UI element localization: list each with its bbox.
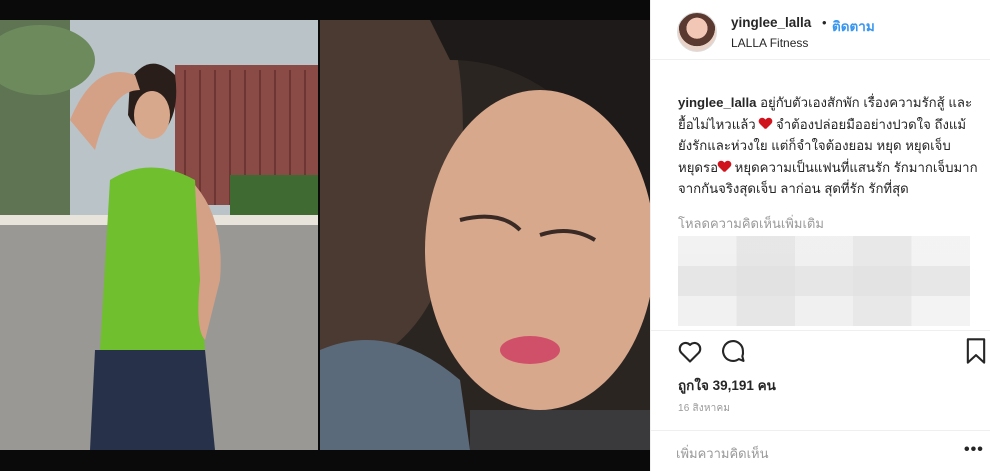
action-bar xyxy=(651,330,990,370)
post-caption: yinglee_lalla อยู่กับตัวเองสักพัก เรื่อง… xyxy=(678,92,978,200)
post-header: yinglee_lalla • ติดตาม LALLA Fitness xyxy=(651,0,990,60)
photo-woman-green-top-illustration xyxy=(0,20,318,450)
bookmark-icon[interactable] xyxy=(963,337,990,365)
more-options-button[interactable]: ••• xyxy=(964,441,984,459)
location-link[interactable]: LALLA Fitness xyxy=(731,36,808,50)
red-heart-icon xyxy=(718,161,731,173)
photo-hug-closeup xyxy=(320,20,650,450)
separator-dot: • xyxy=(822,15,827,30)
follow-button[interactable]: ติดตาม xyxy=(832,15,875,37)
blurred-comments xyxy=(678,236,970,326)
heart-outline-icon[interactable] xyxy=(676,337,704,365)
comment-bar: ••• xyxy=(651,430,990,471)
post-media[interactable] xyxy=(0,0,650,471)
likes-count[interactable]: ถูกใจ 39,191 คน xyxy=(678,374,776,396)
red-heart-icon xyxy=(759,118,772,130)
username-link[interactable]: yinglee_lalla xyxy=(731,15,811,30)
load-more-comments-link[interactable]: โหลดความคิดเห็นเพิ่มเติม xyxy=(678,213,824,234)
add-comment-input[interactable] xyxy=(676,443,926,463)
avatar[interactable] xyxy=(677,12,717,52)
post-side-panel: yinglee_lalla • ติดตาม LALLA Fitness yin… xyxy=(650,0,990,471)
speech-bubble-icon[interactable] xyxy=(719,337,747,365)
photo-hug-closeup-illustration xyxy=(320,20,650,450)
post-timestamp[interactable]: 16 สิงหาคม xyxy=(678,401,730,416)
caption-username[interactable]: yinglee_lalla xyxy=(678,95,756,110)
photo-woman-green-top xyxy=(0,20,318,450)
